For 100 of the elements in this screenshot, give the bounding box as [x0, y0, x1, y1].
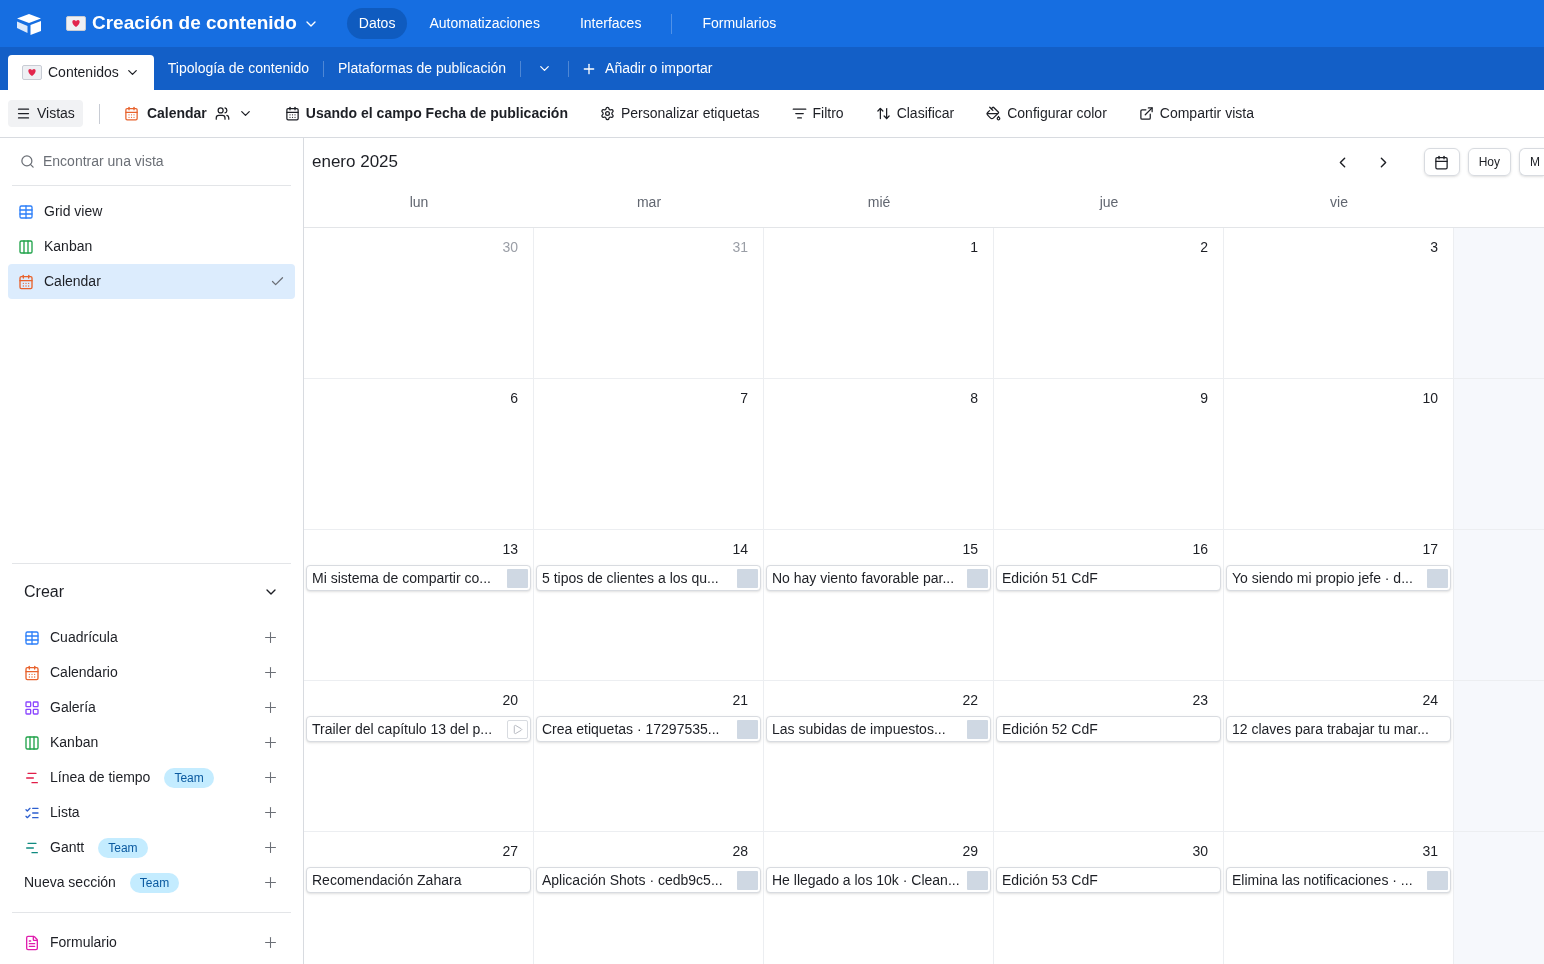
day-cell[interactable]: 22 Las subidas de impuestos... [764, 681, 994, 831]
add-icon[interactable] [262, 664, 279, 681]
toolbar-button[interactable]: Personalizar etiquetas [591, 100, 768, 127]
day-cell[interactable]: 13 Mi sistema de compartir co... [304, 530, 534, 680]
day-cell[interactable]: 14 5 tipos de clientes a los qu... [534, 530, 764, 680]
day-cell[interactable]: 8 [764, 379, 994, 529]
day-cell[interactable]: 16 Edición 51 CdF [994, 530, 1224, 680]
add-icon[interactable] [262, 874, 279, 891]
toolbar-button[interactable]: Configurar color [978, 100, 1115, 127]
thumbnail-placeholder [507, 568, 528, 588]
event-card[interactable]: Mi sistema de compartir co... [306, 565, 531, 591]
view-item[interactable]: Calendar [8, 264, 295, 299]
day-cell[interactable]: 6 [304, 379, 534, 529]
event-card[interactable]: Recomendación Zahara [306, 867, 531, 893]
event-card[interactable]: Elimina las notificaciones · ... [1226, 867, 1451, 893]
table-tab[interactable]: Plataformas de publicación [324, 51, 521, 86]
toolbar-button[interactable]: Filtro [783, 100, 852, 127]
day-number: 2 [1200, 237, 1208, 257]
add-icon[interactable] [262, 699, 279, 716]
thumbnail-placeholder [737, 870, 758, 890]
toolbar-button[interactable]: Compartir vista [1130, 100, 1262, 127]
event-card[interactable]: Edición 53 CdF [996, 867, 1221, 893]
day-number: 7 [740, 388, 748, 408]
add-icon[interactable] [262, 934, 279, 951]
view-name-button[interactable]: Calendar [115, 100, 261, 127]
day-number: 31 [1422, 841, 1438, 861]
views-button[interactable]: Vistas [8, 100, 83, 127]
event-card[interactable]: Las subidas de impuestos... [766, 716, 991, 742]
base-title[interactable]: Creación de contenido [92, 9, 297, 38]
thumbnail-placeholder [1427, 568, 1448, 588]
toolbar-button[interactable]: Usando el campo Fecha de publicación [276, 100, 576, 127]
day-cell[interactable]: 30 Edición 53 CdF [994, 832, 1224, 964]
day-number: 17 [1422, 539, 1438, 559]
add-icon[interactable] [262, 734, 279, 751]
create-view-item[interactable]: Gantt Team [12, 830, 291, 865]
grid-icon [18, 203, 34, 220]
day-cell[interactable]: 7 [534, 379, 764, 529]
day-cell[interactable]: 28 Aplicación Shots · cedb9c5... [534, 832, 764, 964]
day-cell[interactable]: 24 12 claves para trabajar tu mar... [1224, 681, 1454, 831]
create-view-item[interactable]: Cuadrícula [12, 620, 291, 655]
create-view-item[interactable]: Kanban [12, 725, 291, 760]
event-card[interactable]: Trailer del capítulo 13 del p... [306, 716, 531, 742]
create-view-item[interactable]: Formulario [12, 925, 291, 960]
day-cell[interactable]: 23 Edición 52 CdF [994, 681, 1224, 831]
search-field[interactable]: Encontrar una vista [43, 151, 283, 172]
weekday-label: vie [1330, 193, 1348, 212]
day-cell[interactable]: 21 Crea etiquetas · 17297535... [534, 681, 764, 831]
event-card[interactable]: Edición 51 CdF [996, 565, 1221, 591]
create-view-item[interactable]: Línea de tiempo Team [12, 760, 291, 795]
day-cell[interactable]: 17 Yo siendo mi propio jefe · d... [1224, 530, 1454, 680]
weekday-label: lun [409, 193, 429, 212]
day-number: 30 [502, 237, 518, 257]
table-tab[interactable]: Tipología de contenido [153, 51, 323, 86]
day-cell[interactable]: 29 He llegado a los 10k · Clean... [764, 832, 994, 964]
day-cell[interactable]: 20 Trailer del capítulo 13 del p... [304, 681, 534, 831]
view-item[interactable]: Grid view [8, 194, 295, 229]
add-import-button[interactable]: Añadir o importar [569, 51, 725, 86]
kanban-icon [24, 734, 40, 751]
day-number: 3 [1430, 237, 1438, 257]
today-button[interactable]: Hoy [1467, 148, 1511, 176]
nav-tab[interactable]: Interfaces [567, 8, 654, 39]
thumbnail-placeholder [1427, 870, 1448, 890]
event-card[interactable]: Yo siendo mi propio jefe · d... [1226, 565, 1451, 591]
add-icon[interactable] [262, 804, 279, 821]
event-card[interactable]: Edición 52 CdF [996, 716, 1221, 742]
add-icon[interactable] [262, 629, 279, 646]
view-item[interactable]: Kanban [8, 229, 295, 264]
event-card[interactable]: Crea etiquetas · 17297535... [536, 716, 761, 742]
day-cell[interactable]: 15 No hay viento favorable par... [764, 530, 994, 680]
day-number: 28 [732, 841, 748, 861]
nav-tab[interactable]: Automatizaciones [417, 8, 552, 39]
people-icon [214, 106, 230, 121]
thumbnail-placeholder [967, 568, 988, 588]
day-number: 6 [510, 388, 518, 408]
event-card[interactable]: 12 claves para trabajar tu mar... [1226, 716, 1451, 742]
nav-tab[interactable]: Formularios [690, 8, 789, 39]
event-card[interactable]: Aplicación Shots · cedb9c5... [536, 867, 761, 893]
add-icon[interactable] [262, 769, 279, 786]
team-badge: Team [129, 872, 180, 893]
create-view-item[interactable]: Calendario [12, 655, 291, 690]
table-tab[interactable]: Contenidos [8, 55, 154, 90]
day-cell[interactable]: 1 [764, 228, 994, 378]
thumbnail-placeholder [967, 870, 988, 890]
weekday-label: mar [636, 193, 662, 212]
create-view-item[interactable]: Lista [12, 795, 291, 830]
create-view-item[interactable]: Nueva sección Team [12, 865, 291, 900]
day-cell[interactable]: 27 Recomendación Zahara [304, 832, 534, 964]
form-icon [24, 934, 40, 951]
day-cell[interactable]: 31 Elimina las notificaciones · ... [1224, 832, 1454, 964]
event-card[interactable]: No hay viento favorable par... [766, 565, 991, 591]
create-view-item[interactable]: Galería [12, 690, 291, 725]
day-cell[interactable]: 2 [994, 228, 1224, 378]
toolbar-button[interactable]: Clasificar [867, 100, 963, 127]
event-card[interactable]: 5 tipos de clientes a los qu... [536, 565, 761, 591]
date-picker-button[interactable] [1423, 148, 1460, 176]
day-cell[interactable]: 9 [994, 379, 1224, 529]
add-icon[interactable] [262, 839, 279, 856]
event-card[interactable]: He llegado a los 10k · Clean... [766, 867, 991, 893]
nav-tab[interactable]: Datos [346, 8, 408, 39]
period-button[interactable]: M [1519, 148, 1544, 176]
